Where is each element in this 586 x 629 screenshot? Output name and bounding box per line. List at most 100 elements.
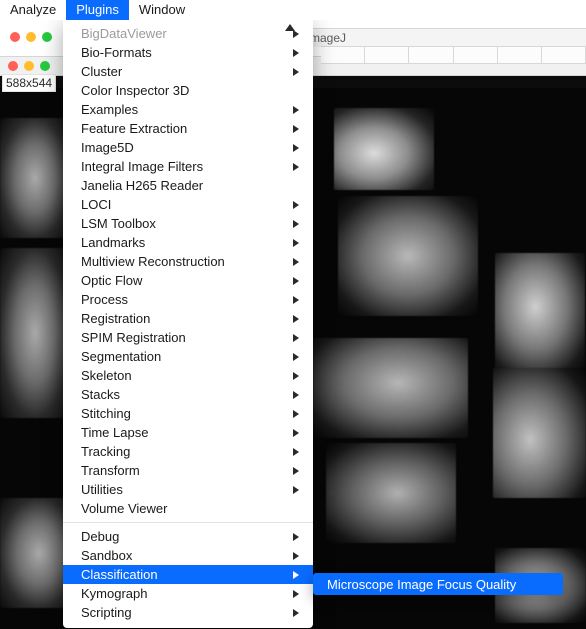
menu-item-volume-viewer[interactable]: Volume Viewer	[63, 499, 313, 518]
toolbar-cell[interactable]	[365, 47, 409, 63]
submenu-indicator-icon	[293, 239, 299, 247]
menu-item-process[interactable]: Process	[63, 290, 313, 309]
submenu-indicator-icon	[293, 277, 299, 285]
menu-item-label: Scripting	[81, 605, 132, 620]
menu-item-label: Tracking	[81, 444, 130, 459]
submenu-indicator-icon	[293, 296, 299, 304]
menu-item-label: Stitching	[81, 406, 131, 421]
submenu-indicator-icon	[293, 163, 299, 171]
menu-item-feature-extraction[interactable]: Feature Extraction	[63, 119, 313, 138]
menu-item-label: Multiview Reconstruction	[81, 254, 225, 269]
menu-item-janelia-h265-reader[interactable]: Janelia H265 Reader	[63, 176, 313, 195]
menu-item-skeleton[interactable]: Skeleton	[63, 366, 313, 385]
menu-item-cluster[interactable]: Cluster	[63, 62, 313, 81]
menu-item-label: Optic Flow	[81, 273, 142, 288]
menu-item-classification[interactable]: Classification	[63, 565, 313, 584]
menu-item-optic-flow[interactable]: Optic Flow	[63, 271, 313, 290]
zoom-icon[interactable]	[42, 32, 52, 42]
submenu-indicator-icon	[293, 334, 299, 342]
cell-tile	[313, 338, 468, 438]
menu-item-transform[interactable]: Transform	[63, 461, 313, 480]
imagej-toolbar	[321, 46, 586, 64]
submenu-indicator-icon	[293, 590, 299, 598]
menu-item-label: Transform	[81, 463, 140, 478]
submenu-indicator-icon	[293, 125, 299, 133]
menu-item-stitching[interactable]: Stitching	[63, 404, 313, 423]
submenu-indicator-icon	[293, 106, 299, 114]
cell-tile	[493, 368, 586, 498]
menu-item-label: SPIM Registration	[81, 330, 186, 345]
menu-item-label: Segmentation	[81, 349, 161, 364]
menu-item-tracking[interactable]: Tracking	[63, 442, 313, 461]
submenu-indicator-icon	[293, 30, 299, 38]
toolbar-cell[interactable]	[454, 47, 498, 63]
menu-item-label: LSM Toolbox	[81, 216, 156, 231]
menu-item-label: Bio-Formats	[81, 45, 152, 60]
cell-tile	[326, 443, 456, 543]
toolbar-cell[interactable]	[542, 47, 586, 63]
menu-item-scripting[interactable]: Scripting	[63, 603, 313, 622]
close-icon[interactable]	[8, 61, 18, 71]
submenu-indicator-icon	[293, 429, 299, 437]
submenu-indicator-icon	[293, 552, 299, 560]
menu-item-landmarks[interactable]: Landmarks	[63, 233, 313, 252]
menu-item-label: Time Lapse	[81, 425, 148, 440]
menu-plugins[interactable]: Plugins	[66, 0, 129, 20]
menu-item-label: Landmarks	[81, 235, 145, 250]
zoom-icon[interactable]	[40, 61, 50, 71]
minimize-icon[interactable]	[24, 61, 34, 71]
menu-item-label: LOCI	[81, 197, 111, 212]
menu-item-segmentation[interactable]: Segmentation	[63, 347, 313, 366]
submenu-indicator-icon	[293, 144, 299, 152]
cell-tile	[0, 248, 70, 418]
menu-item-image5d[interactable]: Image5D	[63, 138, 313, 157]
menu-item-lsm-toolbox[interactable]: LSM Toolbox	[63, 214, 313, 233]
minimize-icon[interactable]	[26, 32, 36, 42]
menu-item-label: Examples	[81, 102, 138, 117]
secondary-window-controls	[2, 28, 52, 46]
menu-item-utilities[interactable]: Utilities	[63, 480, 313, 499]
submenu-indicator-icon	[293, 353, 299, 361]
cell-tile	[338, 196, 478, 316]
menu-item-registration[interactable]: Registration	[63, 309, 313, 328]
classification-submenu: Microscope Image Focus Quality	[313, 573, 563, 595]
menu-item-loci[interactable]: LOCI	[63, 195, 313, 214]
menu-item-bio-formats[interactable]: Bio-Formats	[63, 43, 313, 62]
menu-item-truncated[interactable]: BigDataViewer	[63, 24, 313, 43]
menu-item-kymograph[interactable]: Kymograph	[63, 584, 313, 603]
menubar: Analyze Plugins Window	[0, 0, 586, 20]
submenu-indicator-icon	[293, 391, 299, 399]
submenu-indicator-icon	[293, 49, 299, 57]
menu-item-color-inspector-3d[interactable]: Color Inspector 3D	[63, 81, 313, 100]
menu-item-integral-image-filters[interactable]: Integral Image Filters	[63, 157, 313, 176]
menu-separator	[63, 522, 313, 523]
submenu-item-microscope-image-focus-quality[interactable]: Microscope Image Focus Quality	[313, 577, 530, 592]
menu-item-label: Skeleton	[81, 368, 132, 383]
menu-item-spim-registration[interactable]: SPIM Registration	[63, 328, 313, 347]
menu-item-label: Kymograph	[81, 586, 147, 601]
submenu-indicator-icon	[293, 410, 299, 418]
image-dimensions-label: 588x544	[2, 74, 56, 92]
menu-item-debug[interactable]: Debug	[63, 527, 313, 546]
menu-item-examples[interactable]: Examples	[63, 100, 313, 119]
submenu-indicator-icon	[293, 68, 299, 76]
cell-tile	[495, 253, 585, 373]
menu-window[interactable]: Window	[129, 0, 195, 20]
menu-item-label: Stacks	[81, 387, 120, 402]
menu-item-label: Cluster	[81, 64, 122, 79]
submenu-indicator-icon	[293, 220, 299, 228]
toolbar-cell[interactable]	[498, 47, 542, 63]
menu-item-time-lapse[interactable]: Time Lapse	[63, 423, 313, 442]
submenu-indicator-icon	[293, 533, 299, 541]
menu-item-sandbox[interactable]: Sandbox	[63, 546, 313, 565]
menu-item-stacks[interactable]: Stacks	[63, 385, 313, 404]
menu-item-label: Volume Viewer	[81, 501, 167, 516]
menu-item-label: Debug	[81, 529, 119, 544]
toolbar-cell[interactable]	[321, 47, 365, 63]
plugins-dropdown: BigDataViewer Bio-Formats Cluster Color …	[63, 20, 313, 628]
toolbar-cell[interactable]	[409, 47, 453, 63]
menu-analyze[interactable]: Analyze	[0, 0, 66, 20]
menu-item-multiview-reconstruction[interactable]: Multiview Reconstruction	[63, 252, 313, 271]
close-icon[interactable]	[10, 32, 20, 42]
submenu-indicator-icon	[293, 372, 299, 380]
